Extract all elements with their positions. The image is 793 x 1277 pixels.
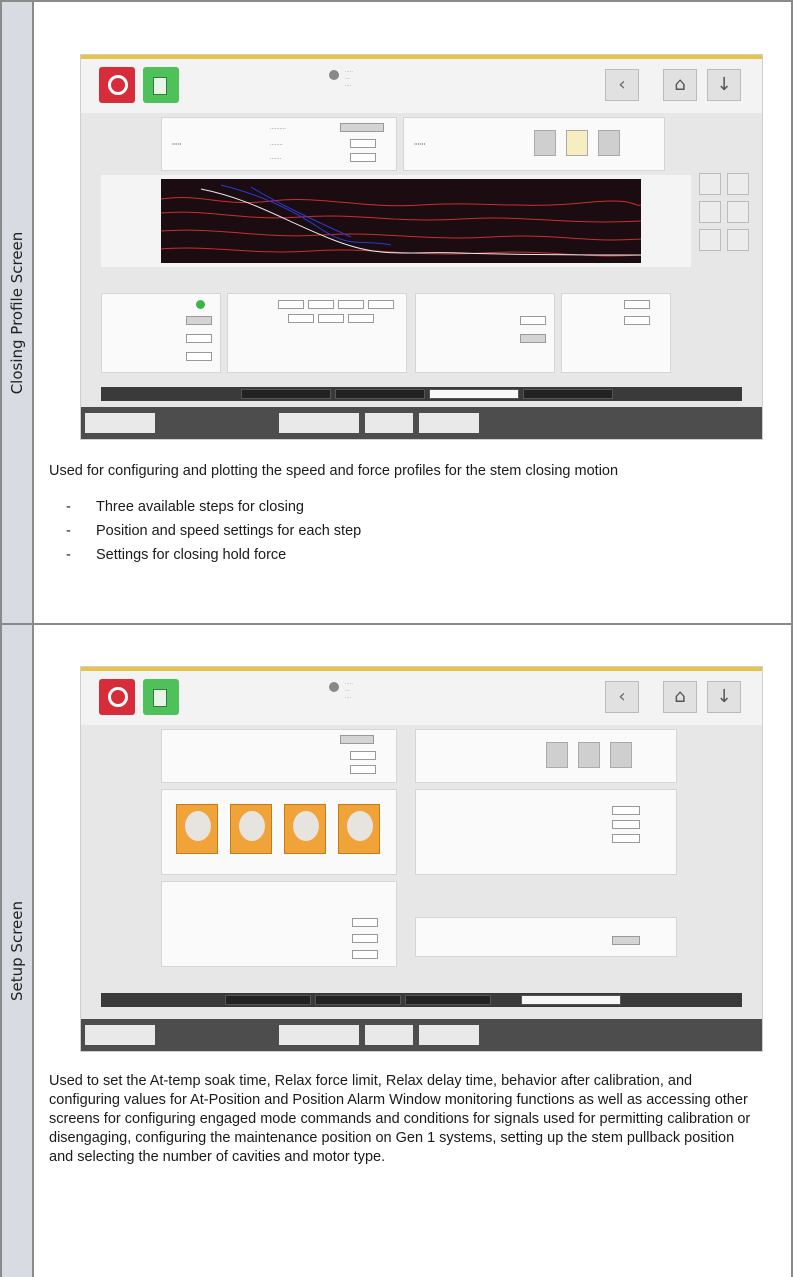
screenshot-header: ····· ··· ···· ‹ ⌂ ↓ [81, 667, 762, 725]
closing-profile-bullets: Three available steps for closing Positi… [66, 495, 361, 567]
header-status-text: ····· ··· ···· [345, 681, 353, 701]
zoom-icon [727, 173, 749, 195]
screen-tabs [101, 993, 742, 1007]
stop-icon [99, 679, 135, 715]
cavities-icon [176, 804, 218, 854]
closing-profile-row: Closing Profile Screen ····· ··· ···· ‹ ⌂ … [0, 0, 793, 625]
hold-force-panel [415, 293, 555, 373]
zoom-fit-icon [699, 173, 721, 195]
cursor-icon [727, 201, 749, 223]
screenshot-header: ····· ··· ···· ‹ ⌂ ↓ [81, 55, 762, 113]
bullet-item: Position and speed settings for each ste… [66, 519, 361, 543]
row-side-label-cell: Setup Screen [0, 625, 34, 1277]
profile-settings-panel [101, 293, 221, 373]
closing-profile-description: Used for configuring and plotting the sp… [49, 463, 619, 479]
setup-buttons-panel [161, 789, 397, 875]
chevron-left-icon: ‹ [605, 681, 639, 713]
steps-panel [227, 293, 407, 373]
closing-position-panel [561, 293, 671, 373]
setup-label: Setup Screen [8, 901, 26, 1001]
bullet-item: Settings for closing hold force [66, 543, 361, 567]
closing-profile-screenshot: ····· ··· ···· ‹ ⌂ ↓ ····· ·········· ····… [80, 54, 763, 440]
document-table: Closing Profile Screen ····· ··· ···· ‹ ⌂ … [0, 0, 793, 1277]
plot-area [161, 179, 641, 263]
move-icon [699, 229, 721, 251]
row-side-label-cell: Closing Profile Screen [0, 2, 34, 623]
home-icon: ⌂ [663, 681, 697, 713]
monitoring-panel [161, 881, 397, 967]
chevron-left-icon: ‹ [605, 69, 639, 101]
manual-panel: ······ [403, 117, 665, 171]
stop-icon [99, 67, 135, 103]
gen-icon [284, 804, 326, 854]
closing-profile-label: Closing Profile Screen [8, 231, 26, 394]
pullback-icon [338, 804, 380, 854]
status-panel [161, 729, 397, 783]
header-status-text: ····· ··· ···· [345, 69, 353, 89]
manual-panel [415, 729, 677, 783]
status-dot-icon [329, 70, 339, 80]
sequence-icon [143, 679, 179, 715]
stroke-settings-panel [415, 789, 677, 875]
screenshot-footer [81, 1019, 762, 1051]
closing-profile-plot [101, 175, 691, 267]
arrow-down-icon: ↓ [707, 681, 741, 713]
setup-description: Used to set the At-temp soak time, Relax… [49, 1073, 751, 1165]
setup-screenshot: ····· ··· ···· ‹ ⌂ ↓ [80, 666, 763, 1052]
status-panel: ····· ·········· ········ ······· [161, 117, 397, 171]
screen-tabs [101, 387, 742, 401]
arrow-down-icon: ↓ [707, 69, 741, 101]
bullet-item: Three available steps for closing [66, 495, 361, 519]
status-dot-icon [329, 682, 339, 692]
home-icon: ⌂ [663, 69, 697, 101]
motor-thermal-panel [415, 917, 677, 957]
screenshot-footer [81, 407, 762, 439]
sequence-icon [143, 67, 179, 103]
mechanical-icon [230, 804, 272, 854]
search-icon [727, 229, 749, 251]
pan-icon [699, 201, 721, 223]
